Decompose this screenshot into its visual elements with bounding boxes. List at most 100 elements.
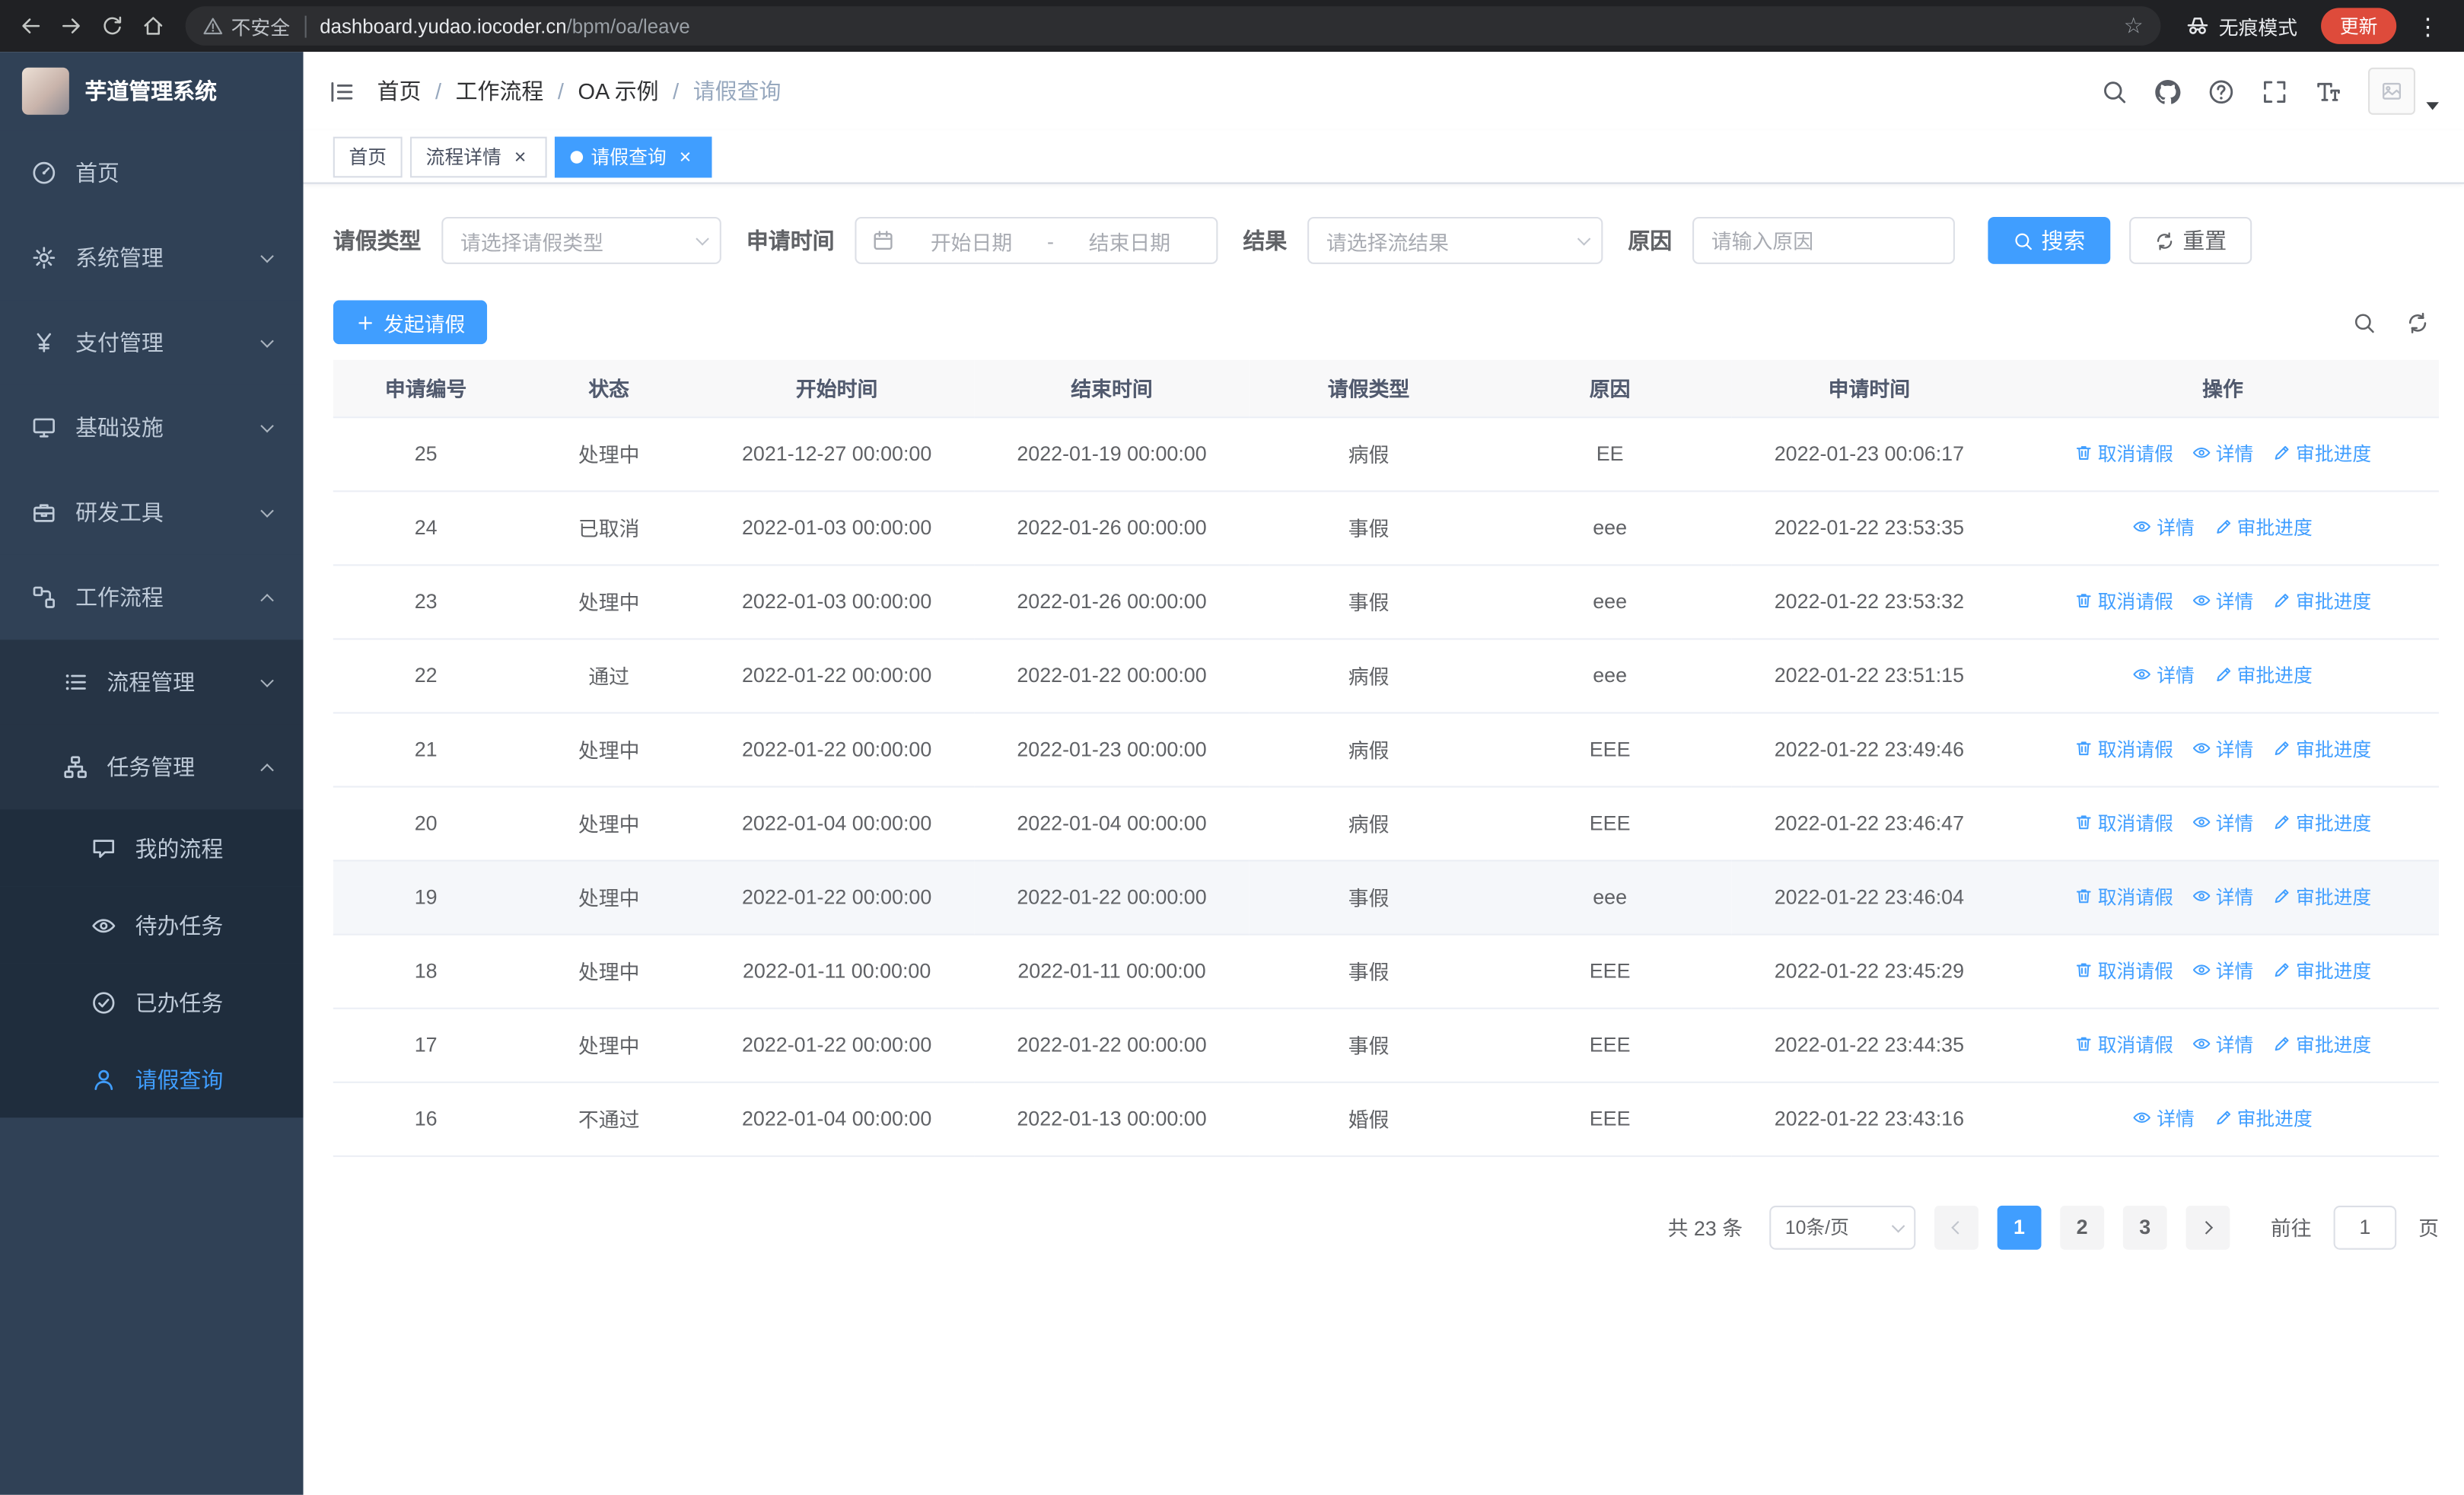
breadcrumb-item[interactable]: OA 示例	[578, 75, 658, 107]
monitor-icon	[31, 415, 56, 440]
action-label: 详情	[2215, 886, 2254, 909]
cancel-link[interactable]: 取消请假	[2074, 440, 2173, 467]
page-size-select[interactable]: 10条/页	[1769, 1204, 1916, 1249]
browser-menu-icon[interactable]: ⋮	[2408, 5, 2449, 46]
cancel-link[interactable]: 取消请假	[2074, 809, 2173, 836]
detail-link[interactable]: 详情	[2133, 514, 2195, 540]
help-icon[interactable]	[2208, 78, 2234, 104]
sidebar-item-task-mgmt[interactable]: 任务管理	[0, 724, 304, 810]
progress-link[interactable]: 审批进度	[2272, 1031, 2371, 1057]
search-button[interactable]: 搜索	[1988, 216, 2111, 264]
progress-link[interactable]: 审批进度	[2214, 661, 2313, 688]
sidebar-item-process-mgmt[interactable]: 流程管理	[0, 639, 304, 725]
sidebar-item-home[interactable]: 首页	[0, 130, 304, 215]
security-label[interactable]: 不安全	[231, 11, 290, 40]
goto-page-input[interactable]	[2333, 1204, 2397, 1249]
cell-reason: EEE	[1488, 1081, 1732, 1156]
detail-link[interactable]: 详情	[2192, 735, 2253, 762]
tab-0[interactable]: 首页	[333, 135, 403, 177]
next-page-button[interactable]	[2185, 1204, 2230, 1249]
action-label: 审批进度	[2296, 590, 2372, 613]
cell-reason: EEE	[1488, 786, 1732, 861]
sidebar-item-my-process[interactable]: 我的流程	[0, 809, 304, 887]
github-icon[interactable]	[2154, 78, 2181, 104]
tab-close-icon[interactable]: ×	[509, 145, 531, 167]
sidebar-item-done-tasks[interactable]: 已办任务	[0, 963, 304, 1041]
detail-link[interactable]: 详情	[2192, 1031, 2253, 1057]
toggle-search-icon[interactable]	[2352, 311, 2376, 334]
apply-time-range-picker[interactable]: 开始日期 - 结束日期	[855, 216, 1218, 264]
sidebar-item-infrastructure[interactable]: 基础设施	[0, 384, 304, 470]
progress-link[interactable]: 审批进度	[2272, 957, 2371, 983]
detail-link[interactable]: 详情	[2192, 809, 2254, 836]
progress-link[interactable]: 审批进度	[2272, 809, 2371, 836]
page-1-button[interactable]: 1	[1997, 1204, 2042, 1249]
sidebar-item-label: 基础设施	[75, 415, 164, 441]
tab-close-icon[interactable]: ×	[674, 145, 696, 167]
sidebar-item-payment[interactable]: 支付管理	[0, 300, 304, 385]
avatar[interactable]	[2368, 67, 2415, 115]
logo[interactable]: 芋道管理系统	[0, 52, 304, 130]
font-size-icon[interactable]	[2315, 78, 2341, 104]
detail-link[interactable]: 详情	[2192, 957, 2253, 983]
back-button[interactable]	[9, 5, 50, 46]
forward-button[interactable]	[50, 5, 91, 46]
sidebar-collapse-icon[interactable]	[329, 78, 355, 104]
start-date-placeholder[interactable]: 开始日期	[900, 225, 1043, 255]
action-label: 详情	[2215, 812, 2254, 835]
progress-link[interactable]: 审批进度	[2272, 883, 2371, 910]
progress-link[interactable]: 审批进度	[2214, 514, 2313, 540]
search-icon[interactable]	[2101, 78, 2128, 104]
cancel-link[interactable]: 取消请假	[2074, 588, 2173, 614]
progress-link[interactable]: 审批进度	[2272, 588, 2371, 614]
sidebar-item-label: 流程管理	[107, 669, 196, 695]
cell-start: 2022-01-22 00:00:00	[699, 638, 975, 713]
refresh-table-icon[interactable]	[2406, 311, 2430, 334]
detail-link[interactable]: 详情	[2192, 883, 2254, 910]
cancel-link[interactable]: 取消请假	[2074, 1031, 2173, 1057]
tab-1[interactable]: 流程详情 ×	[410, 135, 547, 177]
cell-reason: EEE	[1488, 712, 1732, 787]
sidebar-item-label: 待办任务	[135, 912, 224, 938]
sidebar-item-devtools[interactable]: 研发工具	[0, 470, 304, 555]
end-date-placeholder[interactable]: 结束日期	[1059, 225, 1201, 255]
breadcrumb-item[interactable]: 工作流程	[456, 75, 544, 107]
action-label: 取消请假	[2097, 812, 2173, 835]
sidebar-item-system[interactable]: 系统管理	[0, 215, 304, 301]
prev-page-button[interactable]	[1934, 1204, 1979, 1249]
bookmark-star-icon[interactable]: ☆	[2124, 13, 2144, 40]
update-button[interactable]: 更新	[2321, 8, 2397, 44]
create-leave-button[interactable]: 发起请假	[333, 300, 488, 345]
result-select[interactable]: 请选择流结果	[1307, 216, 1603, 264]
action-label: 详情	[2157, 665, 2195, 687]
reload-button[interactable]	[91, 5, 132, 46]
page-3-button[interactable]: 3	[2122, 1204, 2167, 1249]
leave-type-select[interactable]: 请选择请假类型	[441, 216, 721, 264]
cancel-link[interactable]: 取消请假	[2074, 735, 2173, 762]
progress-link[interactable]: 审批进度	[2214, 1105, 2313, 1131]
detail-link[interactable]: 详情	[2192, 440, 2253, 467]
cancel-link[interactable]: 取消请假	[2074, 957, 2173, 983]
reset-button[interactable]: 重置	[2129, 216, 2252, 264]
action-label: 审批进度	[2236, 1108, 2313, 1130]
sidebar-item-workflow[interactable]: 工作流程	[0, 554, 304, 640]
progress-link[interactable]: 审批进度	[2272, 440, 2371, 467]
page-2-button[interactable]: 2	[2060, 1204, 2105, 1249]
cancel-link[interactable]: 取消请假	[2074, 883, 2173, 910]
leave-type-filter: 请假类型 请选择请假类型	[333, 216, 721, 264]
fullscreen-icon[interactable]	[2262, 78, 2288, 104]
detail-link[interactable]: 详情	[2133, 1105, 2195, 1131]
detail-link[interactable]: 详情	[2133, 661, 2195, 688]
logo-avatar	[21, 67, 69, 115]
reason-input[interactable]	[1692, 216, 1955, 264]
progress-link[interactable]: 审批进度	[2272, 735, 2371, 762]
sidebar-item-todo-tasks[interactable]: 待办任务	[0, 886, 304, 964]
breadcrumb-item[interactable]: 首页	[377, 75, 422, 107]
avatar-caret-icon[interactable]	[2426, 101, 2439, 110]
sidebar-item-leave-query[interactable]: 请假查询	[0, 1041, 304, 1118]
detail-link[interactable]: 详情	[2192, 588, 2253, 614]
cell-actions: 详情 审批进度	[2007, 1081, 2439, 1156]
url-bar[interactable]: 不安全 dashboard.yudao.iocoder.cn /bpm/oa/l…	[185, 6, 2161, 46]
tab-2[interactable]: 请假查询 ×	[555, 135, 712, 177]
home-button[interactable]	[132, 5, 173, 46]
